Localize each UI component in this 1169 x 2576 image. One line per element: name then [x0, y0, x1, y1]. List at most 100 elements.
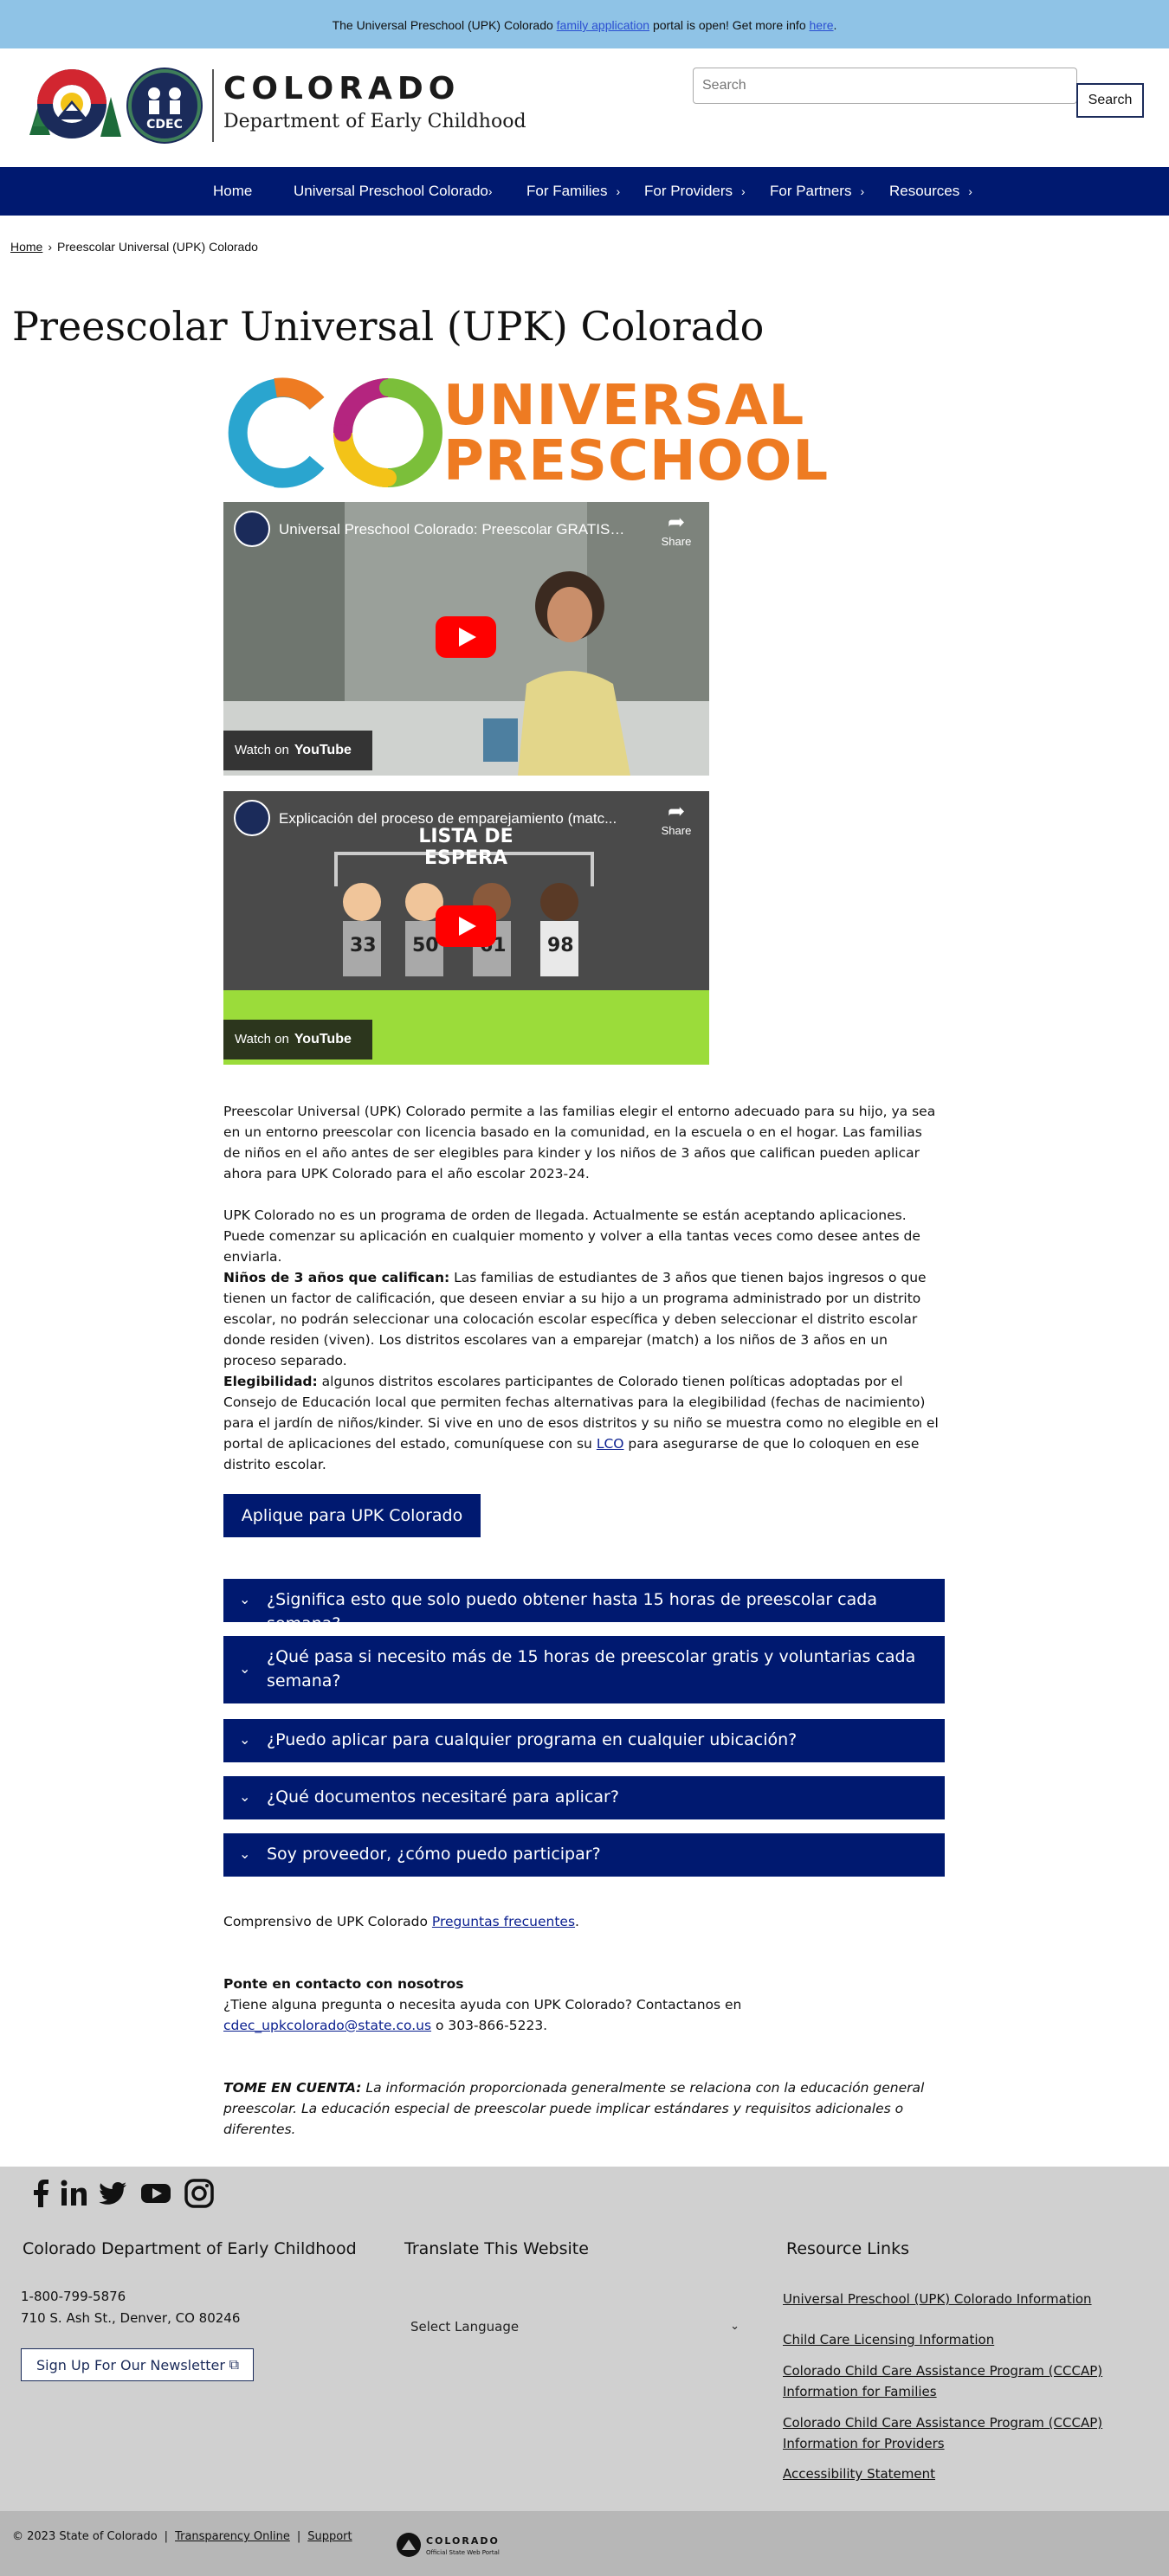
jersey-number: 98 — [547, 935, 574, 956]
footer-translate-heading: Translate This Website — [404, 2239, 589, 2258]
contact-text: ¿Tiene alguna pregunta o necesita ayuda … — [223, 1994, 951, 2036]
banner-text-middle: portal is open! Get more info — [649, 18, 810, 32]
copyright: © 2023 State of Colorado — [12, 2530, 158, 2543]
accordion-label: ¿Significa esto que solo puedo obtener h… — [267, 1590, 877, 1633]
accordion-label: Soy proveedor, ¿cómo puedo participar? — [267, 1845, 601, 1864]
resource-link-cccap-providers[interactable]: Colorado Child Care Assistance Program (… — [783, 2415, 1102, 2451]
eligibility-paragraph: Elegibilidad: algunos distritos escolare… — [223, 1371, 942, 1475]
contact-email-link[interactable]: cdec_upkcolorado@state.co.us — [223, 2018, 431, 2033]
video-title[interactable]: Universal Preschool Colorado: Preescolar… — [279, 521, 625, 538]
faq-line-end: . — [575, 1914, 579, 1929]
external-link-icon: ⧉ — [229, 2356, 239, 2373]
nav-item-home[interactable]: Home — [213, 167, 252, 216]
logo-subtitle: Department of Early Childhood — [223, 111, 526, 132]
banner-text-end: . — [833, 18, 837, 32]
chevron-right-icon: › — [488, 184, 493, 198]
announcement-banner: The Universal Preschool (UPK) Colorado f… — [0, 0, 1169, 48]
play-icon[interactable] — [436, 616, 496, 658]
first-come-paragraph: UPK Colorado no es un programa de orden … — [223, 1208, 920, 1265]
watch-on-youtube-button[interactable]: Watch on YouTube — [223, 731, 372, 770]
accordion-label: ¿Puedo aplicar para cualquier programa e… — [267, 1730, 798, 1749]
breadcrumb-home-link[interactable]: Home — [10, 240, 42, 254]
faq-accordion-more-hours[interactable]: ⌄ ¿Qué pasa si necesito más de 15 horas d… — [223, 1636, 945, 1703]
facebook-icon[interactable] — [26, 2178, 57, 2209]
faq-accordion-15-hours[interactable]: ⌄ ¿Significa esto que solo puedo obtener … — [223, 1579, 945, 1633]
channel-avatar[interactable] — [234, 800, 270, 836]
three-year-olds-label: Niños de 3 años que califican: — [223, 1270, 450, 1285]
video-player-2[interactable]: LISTA DE ESPERA 33 50 61 98 Explicación … — [223, 791, 709, 1065]
faq-line: Comprensivo de UPK Colorado Preguntas fr… — [223, 1911, 951, 1932]
lco-link[interactable]: LCO — [597, 1436, 624, 1452]
video-player-1[interactable]: Universal Preschool Colorado: Preescolar… — [223, 502, 709, 776]
share-button[interactable]: ➦ Share — [657, 511, 695, 548]
video-title[interactable]: Explicación del proceso de emparejamient… — [279, 810, 625, 828]
share-button[interactable]: ➦ Share — [657, 800, 695, 837]
accordion-label: ¿Qué documentos necesitaré para aplicar? — [267, 1787, 619, 1806]
separator: | — [296, 2530, 301, 2543]
faq-accordion-any-program[interactable]: ⌄ ¿Puedo aplicar para cualquier programa … — [223, 1719, 945, 1762]
logo-divider — [212, 69, 214, 142]
watch-on-label: Watch on — [235, 743, 289, 757]
nav-item-universal-preschool[interactable]: Universal Preschool Colorado› — [294, 167, 493, 216]
colorado-co-logo — [29, 69, 121, 138]
resource-link-licensing[interactable]: Child Care Licensing Information — [783, 2332, 994, 2347]
chevron-right-icon: › — [741, 184, 746, 198]
footer-department-heading: Colorado Department of Early Childhood — [23, 2239, 357, 2258]
resource-link-item: Accessibility Statement — [783, 2463, 1146, 2484]
resource-link-item: Child Care Licensing Information — [783, 2329, 1146, 2350]
watch-on-youtube-button[interactable]: Watch on YouTube — [223, 1020, 372, 1059]
youtube-icon[interactable] — [140, 2178, 171, 2209]
note-label: TOME EN CUENTA: — [223, 2080, 362, 2096]
banner-here-link[interactable]: here — [810, 18, 834, 32]
family-application-link[interactable]: family application — [557, 18, 649, 32]
faq-accordion-documents[interactable]: ⌄ ¿Qué documentos necesitaré para aplicar… — [223, 1776, 945, 1819]
linkedin-icon[interactable] — [59, 2178, 90, 2209]
newsletter-signup-button[interactable]: Sign Up For Our Newsletter ⧉ — [21, 2348, 254, 2381]
site-logo-link[interactable]: CDEC COLORADO Department of Early Childh… — [24, 66, 544, 149]
nav-item-families[interactable]: For Families › — [526, 167, 620, 216]
bottom-bar — [0, 2511, 1169, 2576]
upk-logo-line2: PRESCHOOL — [443, 429, 830, 493]
resource-link-item: Universal Preschool (UPK) Colorado Infor… — [783, 2289, 1146, 2309]
share-label: Share — [661, 535, 692, 548]
search-input[interactable] — [693, 68, 1077, 104]
chevron-right-icon: › — [860, 184, 865, 198]
faq-link[interactable]: Preguntas frecuentes — [432, 1914, 575, 1929]
instagram-icon[interactable] — [184, 2178, 215, 2209]
nav-item-providers[interactable]: For Providers › — [644, 167, 746, 216]
nav-label: Resources — [889, 183, 960, 199]
newsletter-label: Sign Up For Our Newsletter — [36, 2356, 225, 2373]
apply-upk-button[interactable]: Aplique para UPK Colorado — [223, 1494, 481, 1537]
chevron-right-icon: › — [616, 184, 621, 198]
channel-avatar[interactable] — [234, 511, 270, 547]
nav-label: Universal Preschool Colorado — [294, 183, 488, 199]
nav-item-resources[interactable]: Resources › — [889, 167, 972, 216]
footer-resources-heading: Resource Links — [786, 2239, 909, 2258]
share-icon: ➦ — [667, 511, 686, 534]
contact-heading: Ponte en contacto con nosotros — [223, 1976, 464, 1992]
twitter-icon[interactable] — [97, 2178, 128, 2209]
nav-item-partners[interactable]: For Partners › — [770, 167, 864, 216]
chevron-down-icon: ⌄ — [239, 1660, 251, 1677]
transparency-online-link[interactable]: Transparency Online — [175, 2530, 290, 2543]
resource-link-upk[interactable]: Universal Preschool (UPK) Colorado Infor… — [783, 2291, 1092, 2307]
language-select[interactable]: Select Language ⌄ — [404, 2314, 750, 2340]
watch-on-label: Watch on — [235, 1032, 289, 1046]
support-link[interactable]: Support — [307, 2530, 352, 2543]
resource-link-item: Colorado Child Care Assistance Program (… — [783, 2412, 1146, 2454]
search-button[interactable]: Search — [1076, 83, 1144, 118]
play-icon[interactable] — [436, 905, 496, 947]
jersey-number: 33 — [350, 935, 377, 956]
chevron-down-icon: ⌄ — [730, 2320, 740, 2333]
colorado-state-portal-logo[interactable]: COLORADO Official State Web Portal — [395, 2531, 516, 2559]
breadcrumb-current: Preescolar Universal (UPK) Colorado — [57, 240, 258, 254]
banner-text: The Universal Preschool (UPK) Colorado — [332, 18, 557, 32]
language-select-value: Select Language — [410, 2319, 520, 2334]
chevron-down-icon: ⌄ — [239, 1591, 251, 1607]
resource-link-cccap-families[interactable]: Colorado Child Care Assistance Program (… — [783, 2363, 1102, 2399]
resource-link-accessibility[interactable]: Accessibility Statement — [783, 2466, 935, 2482]
faq-accordion-provider[interactable]: ⌄ Soy proveedor, ¿cómo puedo participar? — [223, 1833, 945, 1877]
contact-question: ¿Tiene alguna pregunta o necesita ayuda … — [223, 1997, 742, 2012]
cdec-badge-text: CDEC — [146, 118, 183, 132]
video-scene-heading: LISTA DE ESPERA — [418, 826, 513, 869]
